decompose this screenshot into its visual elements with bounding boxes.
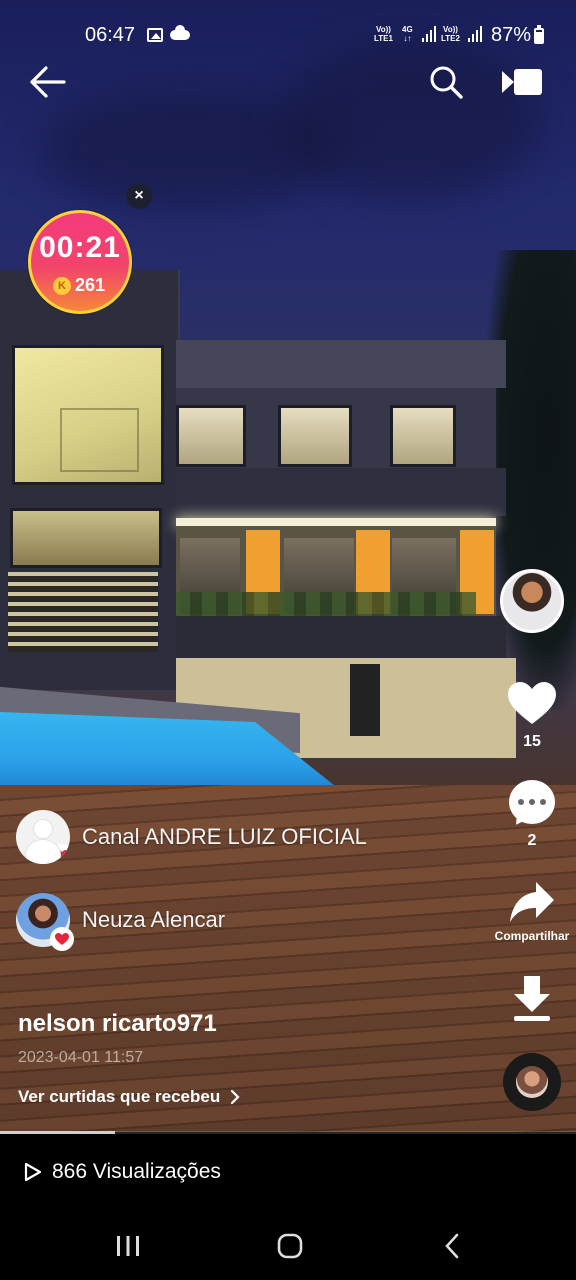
comment-icon: [509, 780, 555, 824]
liker-item[interactable]: Canal ANDRE LUIZ OFICIAL: [16, 810, 367, 864]
sim1-bottom: LTE1: [374, 34, 393, 43]
like-button[interactable]: 15: [494, 680, 570, 751]
sim1-label: Vo)) LTE1: [374, 25, 393, 43]
coin-icon: K: [53, 276, 71, 295]
heart-icon: [508, 682, 556, 724]
network-label: 4G ↓↑: [402, 25, 413, 43]
image-icon: [147, 28, 163, 42]
cloud-icon: [170, 25, 190, 40]
music-disc-icon[interactable]: [503, 1053, 561, 1111]
house-light-strip: [176, 518, 496, 526]
like-count: 15: [523, 733, 541, 750]
network-type: 4G: [402, 25, 413, 34]
house-window: [10, 508, 162, 568]
status-bar: 06:47 Vo)) LTE1 4G ↓↑ Vo)) LTE2 87%: [0, 0, 576, 70]
sim2-label: Vo)) LTE2: [441, 25, 460, 43]
share-label: Compartilhar: [494, 929, 570, 943]
creator-avatar[interactable]: [500, 569, 564, 633]
house-window: [12, 345, 164, 485]
sim2-bottom: LTE2: [441, 34, 460, 43]
download-button[interactable]: [494, 972, 570, 1029]
house-band: [176, 468, 506, 516]
sim1-top: Vo)): [376, 25, 391, 34]
received-likes-link[interactable]: Ver curtidas que recebeu: [18, 1087, 240, 1107]
video-camera-button[interactable]: [498, 62, 546, 102]
default-avatar-icon: [16, 810, 70, 864]
share-button[interactable]: Compartilhar: [494, 880, 570, 943]
search-icon: [430, 66, 463, 99]
play-icon: [24, 1162, 42, 1182]
reward-timer[interactable]: 00:21 K 261: [28, 210, 132, 314]
battery-percent: 87%: [491, 24, 532, 46]
comment-button[interactable]: 2: [494, 780, 570, 850]
view-count: 866 Visualizações: [24, 1160, 221, 1184]
coin-count: 261: [75, 275, 106, 295]
music-cover: [516, 1066, 548, 1098]
post-username[interactable]: nelson ricarto971: [18, 1010, 217, 1038]
back-nav-button[interactable]: [422, 1226, 482, 1266]
house-roof: [176, 340, 506, 388]
avatar: [16, 893, 74, 951]
download-icon: [514, 976, 550, 1021]
house-door: [350, 664, 380, 736]
house-stairs: [8, 572, 158, 652]
playback-progress[interactable]: [0, 1131, 576, 1134]
coin-balance: K 261: [53, 275, 105, 296]
network-arrows: ↓↑: [403, 34, 412, 43]
sim2-top: Vo)): [443, 25, 458, 34]
post-date: 2023-04-01 11:57: [18, 1049, 144, 1066]
video-camera-icon: [502, 69, 542, 95]
signal-icon: [468, 26, 482, 42]
home-icon: [277, 1233, 303, 1259]
progress-fill: [0, 1131, 116, 1134]
back-button[interactable]: [24, 60, 70, 104]
timer-countdown: 00:21: [39, 231, 121, 264]
house-plants: [176, 592, 476, 618]
house-window: [176, 405, 246, 467]
heart-badge-icon: [50, 927, 74, 951]
home-button[interactable]: [260, 1226, 320, 1266]
signal-icon: [422, 26, 436, 42]
battery-icon: [534, 25, 544, 44]
back-arrow-icon: [30, 66, 66, 98]
chevron-right-icon: [231, 1089, 240, 1105]
share-icon: [510, 882, 554, 922]
timer-close-button[interactable]: ×: [126, 183, 152, 209]
house-window: [390, 405, 456, 467]
status-time: 06:47: [85, 24, 136, 46]
liker-name: Canal ANDRE LUIZ OFICIAL: [82, 824, 367, 849]
recent-apps-icon: [117, 1236, 139, 1256]
heart-badge-icon: [50, 844, 70, 864]
search-button[interactable]: [424, 60, 468, 104]
liker-name: Neuza Alencar: [82, 907, 226, 932]
video-player[interactable]: [0, 0, 576, 1132]
house-window: [278, 405, 352, 467]
view-count-label: 866 Visualizações: [52, 1160, 221, 1183]
house-balcony: [176, 616, 506, 658]
received-likes-label: Ver curtidas que recebeu: [18, 1087, 221, 1106]
comment-count: 2: [527, 832, 537, 849]
recent-apps-button[interactable]: [98, 1226, 158, 1266]
liker-item[interactable]: Neuza Alencar: [16, 893, 226, 951]
back-chevron-icon: [445, 1233, 459, 1259]
